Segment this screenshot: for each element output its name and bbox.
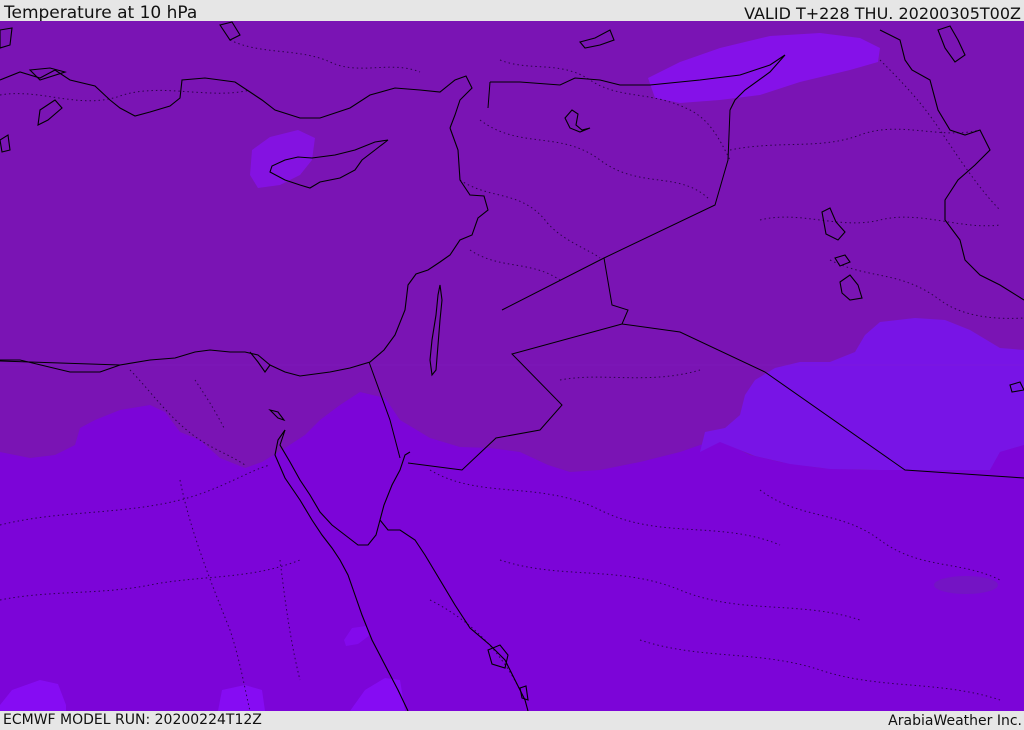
header-bar: Temperature at 10 hPa VALID T+228 THU. 2… [0,0,1024,23]
credit-label: ArabiaWeather Inc. [888,713,1022,729]
model-run-label: ECMWF MODEL RUN: 20200224T12Z [3,712,262,728]
east-dark-patch [934,576,998,594]
footer-bar: ECMWF MODEL RUN: 20200224T12Z ArabiaWeat… [0,711,1024,729]
map-title: Temperature at 10 hPa [4,3,198,23]
temperature-map[interactable] [0,21,1024,711]
